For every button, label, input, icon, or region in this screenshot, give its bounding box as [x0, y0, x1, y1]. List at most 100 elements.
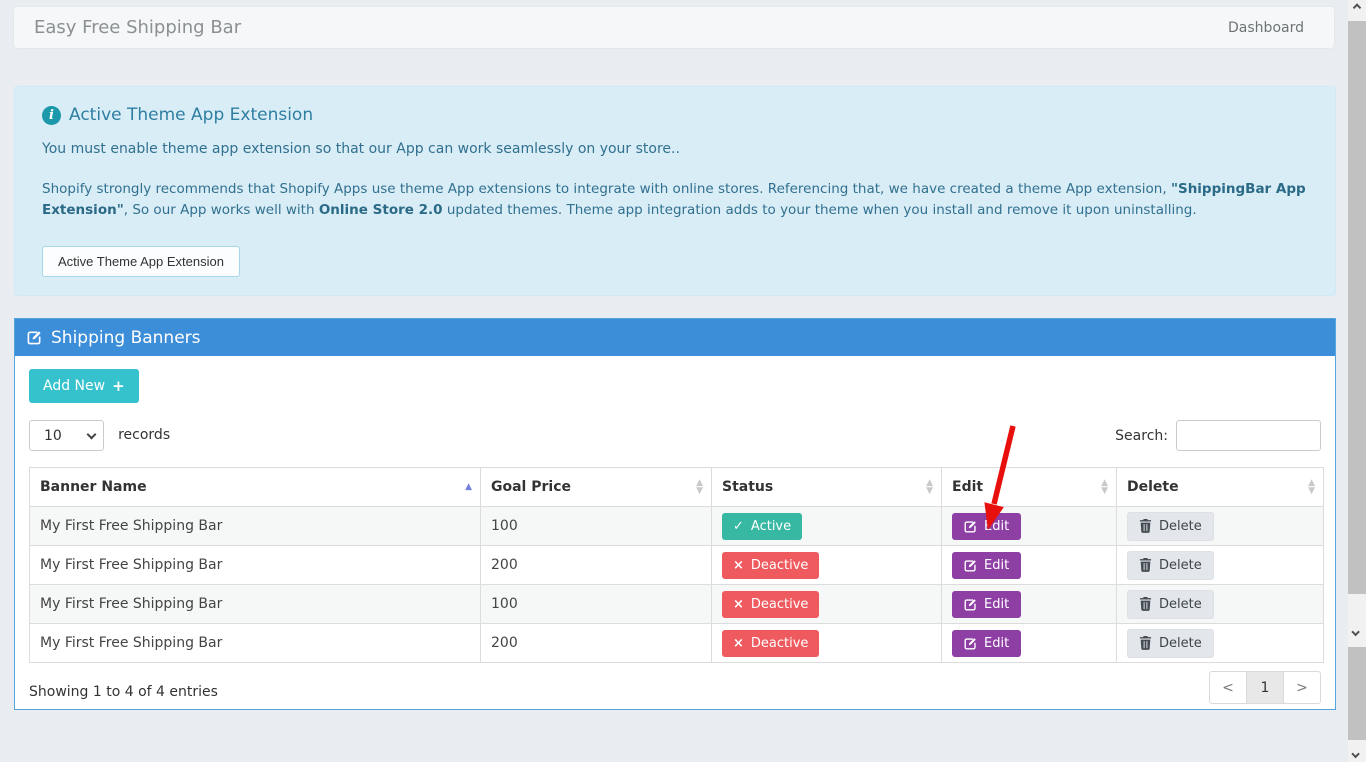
banner-name-cell: My First Free Shipping Bar — [30, 624, 481, 663]
info-body-part1: Shopify strongly recommends that Shopify… — [42, 181, 1171, 197]
pagination-next-button[interactable]: > — [1283, 671, 1321, 704]
pagination-prev-button[interactable]: < — [1209, 671, 1247, 704]
column-label: Delete — [1127, 479, 1179, 495]
records-length-select[interactable]: 10 — [29, 420, 104, 451]
column-label: Status — [722, 479, 773, 495]
status-label: Deactive — [751, 636, 809, 651]
delete-button[interactable]: Delete — [1127, 512, 1214, 541]
info-body-bold-online-store: Online Store 2.0 — [319, 202, 443, 218]
edit-square-icon — [964, 598, 977, 611]
delete-label: Delete — [1159, 519, 1202, 534]
status-label: Deactive — [751, 558, 809, 573]
trash-icon — [1139, 519, 1152, 533]
column-label: Banner Name — [40, 479, 147, 495]
delete-button[interactable]: Delete — [1127, 629, 1214, 658]
edit-button[interactable]: Edit — [952, 591, 1021, 618]
edit-label: Edit — [984, 597, 1009, 612]
sort-ascending-icon — [465, 483, 472, 491]
edit-label: Edit — [984, 558, 1009, 573]
edit-label: Edit — [984, 519, 1009, 534]
search-input[interactable] — [1176, 420, 1321, 451]
banner-name-cell: My First Free Shipping Bar — [30, 507, 481, 546]
status-badge-deactive[interactable]: × Deactive — [722, 630, 819, 657]
trash-icon — [1139, 597, 1152, 611]
scrollbar-thumb[interactable] — [1348, 21, 1366, 594]
column-header-delete[interactable]: Delete — [1117, 468, 1324, 507]
delete-label: Delete — [1159, 636, 1202, 651]
shipping-banners-header: Shipping Banners — [15, 319, 1335, 356]
status-badge-deactive[interactable]: × Deactive — [722, 552, 819, 579]
edit-square-icon — [964, 559, 977, 572]
trash-icon — [1139, 636, 1152, 650]
status-badge-active[interactable]: ✓ Active — [722, 513, 802, 540]
table-row: My First Free Shipping Bar 100 × Deactive… — [30, 585, 1324, 624]
goal-price-cell: 100 — [481, 585, 712, 624]
active-theme-app-extension-button[interactable]: Active Theme App Extension — [42, 246, 240, 277]
goal-price-cell: 200 — [481, 546, 712, 585]
scrollbar-thumb[interactable] — [1348, 647, 1366, 740]
edit-square-icon — [964, 520, 977, 533]
scroll-up-button[interactable] — [1348, 0, 1366, 17]
trash-icon — [1139, 558, 1152, 572]
nav-dashboard-link[interactable]: Dashboard — [1228, 20, 1304, 36]
goal-price-cell: 200 — [481, 624, 712, 663]
table-header-row: Banner Name Goal Price Status Edit — [30, 468, 1324, 507]
column-label: Edit — [952, 479, 983, 495]
records-label: records — [118, 427, 170, 443]
banner-name-cell: My First Free Shipping Bar — [30, 546, 481, 585]
edit-label: Edit — [984, 636, 1009, 651]
column-header-edit[interactable]: Edit — [942, 468, 1117, 507]
edit-button[interactable]: Edit — [952, 630, 1021, 657]
info-body-text: Shopify strongly recommends that Shopify… — [42, 179, 1308, 221]
pagination-page-1-button[interactable]: 1 — [1246, 671, 1284, 704]
edit-button[interactable]: Edit — [952, 513, 1021, 540]
page-title: Easy Free Shipping Bar — [34, 17, 241, 38]
chevron-down-icon — [1351, 749, 1359, 757]
search-label: Search: — [1115, 428, 1168, 444]
table-row: My First Free Shipping Bar 100 ✓ Active E… — [30, 507, 1324, 546]
table-summary: Showing 1 to 4 of 4 entries — [29, 684, 1321, 700]
status-badge-deactive[interactable]: × Deactive — [722, 591, 819, 618]
status-label: Active — [751, 519, 791, 534]
banners-table: Banner Name Goal Price Status Edit — [29, 467, 1324, 663]
panel-title: Shipping Banners — [51, 328, 201, 348]
theme-extension-info-panel: Active Theme App Extension You must enab… — [14, 86, 1336, 296]
chevron-up-icon — [1353, 3, 1361, 11]
scroll-down-button[interactable] — [1348, 745, 1366, 762]
app-header-bar: Easy Free Shipping Bar Dashboard — [13, 6, 1335, 49]
sort-icon — [1308, 479, 1315, 495]
info-icon — [42, 106, 61, 125]
table-row: My First Free Shipping Bar 200 × Deactive… — [30, 624, 1324, 663]
banner-name-cell: My First Free Shipping Bar — [30, 585, 481, 624]
info-intro-text: You must enable theme app extension so t… — [42, 141, 1308, 157]
check-icon: ✓ — [733, 520, 744, 533]
info-body-part3: updated themes. Theme app integration ad… — [443, 202, 1197, 218]
delete-label: Delete — [1159, 597, 1202, 612]
shipping-banners-body: Add New + 10 records Search: — [15, 356, 1335, 709]
sort-icon — [696, 479, 703, 495]
cross-icon: × — [733, 559, 744, 572]
sort-icon — [926, 479, 933, 495]
cross-icon: × — [733, 598, 744, 611]
add-new-button[interactable]: Add New + — [29, 369, 139, 403]
delete-label: Delete — [1159, 558, 1202, 573]
status-label: Deactive — [751, 597, 809, 612]
delete-button[interactable]: Delete — [1127, 590, 1214, 619]
sort-icon — [1101, 479, 1108, 495]
edit-button[interactable]: Edit — [952, 552, 1021, 579]
column-header-status[interactable]: Status — [712, 468, 942, 507]
scroll-down-button[interactable] — [1348, 623, 1366, 640]
delete-button[interactable]: Delete — [1127, 551, 1214, 580]
info-body-part2: , So our App works well with — [124, 202, 319, 218]
info-panel-heading: Active Theme App Extension — [69, 105, 313, 125]
add-new-label: Add New — [43, 378, 105, 394]
shipping-banners-panel: Shipping Banners Add New + 10 records Se… — [14, 318, 1336, 710]
edit-square-icon — [964, 637, 977, 650]
goal-price-cell: 100 — [481, 507, 712, 546]
plus-icon: + — [112, 377, 125, 395]
column-header-goal-price[interactable]: Goal Price — [481, 468, 712, 507]
chevron-down-icon — [1351, 627, 1359, 635]
cross-icon: × — [733, 637, 744, 650]
edit-square-icon — [27, 330, 42, 345]
column-header-banner-name[interactable]: Banner Name — [30, 468, 481, 507]
